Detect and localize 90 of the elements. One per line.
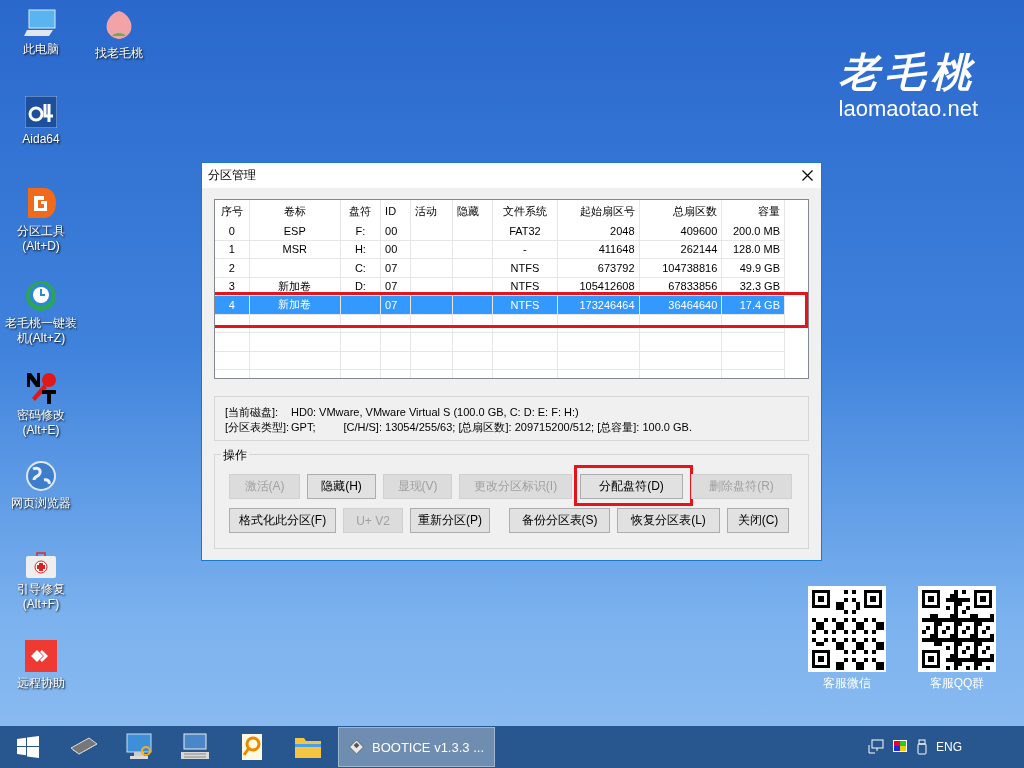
table-cell: 262144 — [680, 243, 718, 256]
column-header[interactable]: 隐藏 — [452, 200, 493, 222]
remote-icon — [25, 640, 57, 672]
column-header[interactable]: 文件系统 — [492, 200, 558, 222]
table-cell: 新加卷 — [278, 279, 312, 292]
column-header[interactable]: 卷标 — [249, 200, 341, 222]
folder-icon[interactable] — [294, 735, 322, 759]
table-cell: F: — [355, 224, 366, 237]
group-title: 操作 — [221, 447, 249, 464]
close-icon[interactable] — [802, 170, 813, 181]
action-button[interactable]: 关闭(C) — [727, 508, 789, 533]
info-label: [当前磁盘]: — [225, 405, 280, 419]
table-cell: 673792 — [597, 261, 635, 274]
table-cell: NTFS — [510, 298, 540, 311]
table-cell: 1 — [228, 243, 235, 256]
app-icon — [25, 96, 57, 128]
column-header[interactable]: 起始扇区号 — [557, 200, 639, 222]
info-value: HD0: VMware, VMware Virtual S (100.0 GB, C: D: E: F: H:) — [291, 405, 579, 419]
network-icon[interactable] — [868, 739, 884, 755]
table-cell: H: — [354, 243, 366, 256]
logo-text: 老毛桃 — [839, 48, 978, 96]
table-cell: 17.4 GB — [739, 298, 780, 311]
table-cell: 3 — [228, 280, 235, 293]
table-cell: 07 — [385, 280, 398, 293]
magnifier-icon[interactable] — [240, 733, 264, 761]
window-title: 分区管理 — [208, 167, 256, 184]
table-cell: 07 — [385, 298, 398, 311]
info-label: [分区表类型]: — [225, 420, 291, 434]
desktop-icon-label[interactable]: 分区工具 (Alt+D) — [17, 224, 65, 254]
table-cell: 128.0 MB — [732, 243, 780, 256]
info-value: GPT; — [291, 420, 316, 434]
desktop-icon-label[interactable]: 老毛桃一键装 机(Alt+Z) — [5, 316, 77, 346]
table-cell: 00 — [385, 243, 398, 256]
action-button[interactable]: 隐藏(H) — [307, 474, 376, 499]
key-icon — [24, 370, 58, 404]
table-cell: 36464640 — [668, 298, 718, 311]
table-cell: 409600 — [680, 224, 718, 237]
start-icon[interactable] — [17, 736, 39, 758]
table-cell: 411648 — [598, 243, 635, 256]
table-cell: 104738816 — [662, 261, 718, 274]
table-cell: 2048 — [610, 224, 635, 237]
column-header[interactable]: ID — [380, 200, 411, 222]
table-cell: D: — [354, 280, 366, 293]
column-header[interactable]: 序号 — [215, 200, 250, 222]
table-cell: FAT32 — [509, 224, 541, 237]
table-cell: - — [523, 243, 527, 256]
column-header[interactable]: 盘符 — [340, 200, 381, 222]
table-cell: 4 — [228, 298, 235, 311]
action-button[interactable]: 恢复分区表(L) — [617, 508, 720, 533]
table-cell: 0 — [228, 224, 235, 237]
qr-code-icon — [918, 586, 996, 672]
table-cell: 2 — [228, 261, 235, 274]
clock-icon — [25, 280, 57, 312]
qr-code-icon — [808, 586, 886, 672]
usb-icon[interactable] — [916, 739, 928, 755]
table-cell: 49.9 GB — [739, 261, 780, 274]
action-button[interactable]: 格式化此分区(F) — [229, 508, 336, 533]
qr-caption: 客服微信 — [823, 676, 871, 690]
desktop-icon-label[interactable]: Aida64 — [22, 132, 60, 147]
desktop-icon-label[interactable]: 找老毛桃 — [95, 46, 143, 61]
table-cell: MSR — [282, 243, 307, 256]
action-button[interactable]: 分配盘符(D) — [580, 474, 683, 499]
column-header[interactable]: 容量 — [721, 200, 785, 222]
column-header[interactable]: 总扇区数 — [639, 200, 722, 222]
qr-caption: 客服QQ群 — [929, 676, 985, 690]
table-cell: 07 — [385, 261, 398, 274]
computer-icon[interactable] — [181, 733, 211, 761]
table-cell: ESP — [283, 224, 306, 237]
table-cell: 新加卷 — [278, 298, 312, 311]
info-value: [C/H/S]: 13054/255/63; [总扇区数]: 209715200/512; [总容量]: 100.0 GB. — [343, 420, 692, 434]
table-cell: C: — [354, 261, 366, 274]
computer-icon — [24, 8, 58, 38]
action-button[interactable]: 重新分区(P) — [410, 508, 490, 533]
action-button[interactable]: 备份分区表(S) — [509, 508, 610, 533]
table-cell: NTFS — [510, 280, 540, 293]
language-indicator[interactable]: ENG — [936, 740, 962, 754]
website-text: laomaotao.net — [838, 96, 978, 122]
first-aid-kit-icon — [26, 552, 56, 578]
table-cell: 32.3 GB — [739, 280, 780, 293]
column-header[interactable]: 活动 — [410, 200, 453, 222]
table-cell: 200.0 MB — [732, 224, 780, 237]
table-cell: 00 — [385, 224, 398, 237]
desktop-icon-label[interactable]: 此电脑 — [23, 42, 59, 57]
table-cell: 173246464 — [579, 298, 635, 311]
table-cell: 105412608 — [579, 280, 635, 293]
table-cell: 67833856 — [668, 280, 718, 293]
monitor-icon[interactable] — [126, 733, 154, 761]
table-cell: NTFS — [510, 261, 540, 274]
color-palette-icon[interactable] — [892, 739, 908, 755]
partition-tool-icon — [26, 186, 56, 220]
